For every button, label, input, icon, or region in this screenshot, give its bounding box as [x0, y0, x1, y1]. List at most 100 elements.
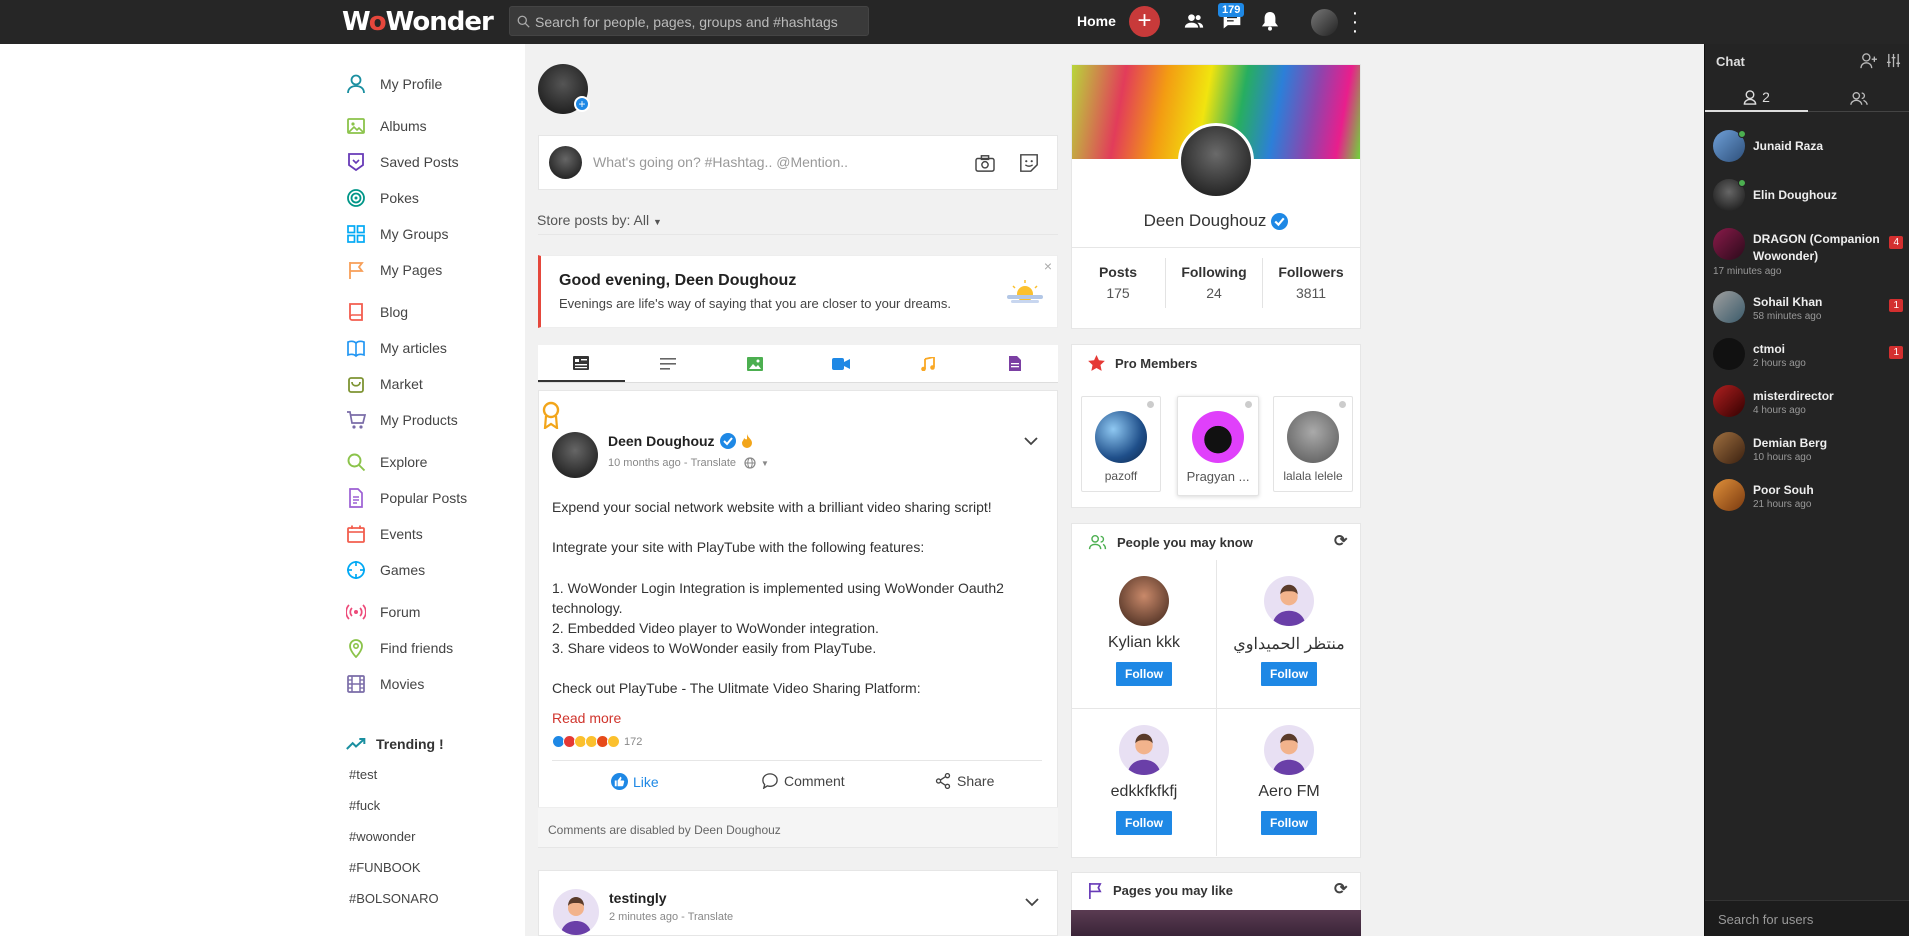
trending-tag[interactable]: #test	[349, 767, 377, 782]
settings-sliders-icon[interactable]	[1886, 53, 1901, 68]
post-time[interactable]: 10 months ago	[608, 457, 681, 469]
people-header: People you may know	[1088, 534, 1253, 550]
sidebar-item-my-groups[interactable]: My Groups	[346, 222, 448, 246]
stat-following[interactable]: Following 24	[1166, 264, 1262, 301]
follow-button[interactable]: Follow	[1116, 662, 1172, 686]
person-name[interactable]: منتظر الحميداوي	[1217, 634, 1361, 656]
add-story-icon[interactable]: +	[574, 96, 590, 112]
tab-music[interactable]	[885, 345, 972, 382]
chat-search-input[interactable]: Search for users	[1705, 900, 1909, 936]
follow-button[interactable]: Follow	[1261, 662, 1317, 686]
tab-online-users[interactable]: 2	[1705, 84, 1808, 112]
chat-user[interactable]: ctmoi 2 hours ago 1	[1713, 338, 1903, 378]
comment-button[interactable]: Comment	[762, 773, 845, 789]
chat-user[interactable]: Poor Souh 21 hours ago	[1713, 479, 1903, 519]
sort-value[interactable]: All	[634, 212, 650, 228]
post-text-line: Check out PlayTube - The Ulitmate Video …	[552, 680, 921, 696]
post-author-avatar[interactable]	[553, 889, 599, 935]
chat-user-name: Poor Souh	[1753, 483, 1814, 497]
post-author-avatar[interactable]	[552, 432, 598, 478]
person-avatar[interactable]	[1119, 576, 1169, 626]
user-avatar[interactable]	[1311, 9, 1338, 36]
person-avatar[interactable]	[1264, 725, 1314, 775]
tab-photos[interactable]	[711, 345, 798, 382]
post-time[interactable]: 2 minutes ago	[609, 911, 678, 923]
stat-posts[interactable]: Posts 175	[1070, 264, 1166, 301]
sidebar-item-saved-posts[interactable]: Saved Posts	[346, 150, 459, 174]
tab-videos[interactable]	[798, 345, 885, 382]
tab-all[interactable]	[538, 345, 625, 382]
person-name[interactable]: edkkfkfkfj	[1072, 783, 1216, 805]
chat-user[interactable]: Junaid Raza	[1713, 130, 1903, 170]
sidebar-item-my-products[interactable]: My Products	[346, 408, 458, 432]
person-name[interactable]: Kylian kkk	[1072, 634, 1216, 656]
chat-user[interactable]: Elin Doughouz	[1713, 179, 1903, 219]
post-options-chevron-icon[interactable]	[1024, 436, 1038, 446]
add-user-icon[interactable]	[1860, 53, 1878, 69]
post-author-name[interactable]: Deen Doughouz	[608, 433, 715, 449]
pro-member[interactable]: lalala lelele	[1273, 396, 1353, 492]
tab-text[interactable]	[625, 345, 712, 382]
person-avatar[interactable]	[1264, 576, 1314, 626]
stat-followers[interactable]: Followers 3811	[1263, 264, 1359, 301]
sticker-icon[interactable]	[1019, 153, 1039, 173]
sidebar-item-albums[interactable]: Albums	[346, 114, 427, 138]
translate-link[interactable]: Translate	[691, 457, 736, 469]
wowonder-logo[interactable]: WoWonder	[342, 7, 494, 37]
post-composer[interactable]: What's going on? #Hashtag.. @Mention..	[538, 135, 1058, 190]
sidebar-item-pokes[interactable]: Pokes	[346, 186, 419, 210]
trending-tag[interactable]: #FUNBOOK	[349, 860, 421, 875]
chat-user[interactable]: misterdirector 4 hours ago	[1713, 385, 1903, 425]
sidebar-item-events[interactable]: Events	[346, 522, 423, 546]
chat-user[interactable]: Demian Berg 10 hours ago	[1713, 432, 1903, 472]
tab-groups[interactable]	[1808, 84, 1909, 112]
home-link[interactable]: Home	[1077, 13, 1116, 29]
sidebar-item-games[interactable]: Games	[346, 558, 425, 582]
refresh-icon[interactable]: ⟳	[1334, 531, 1347, 551]
pro-member[interactable]: Pragyan ...	[1177, 396, 1259, 496]
trending-tag[interactable]: #wowonder	[349, 829, 416, 844]
post-options-chevron-icon[interactable]	[1025, 897, 1039, 907]
sidebar-item-blog[interactable]: Blog	[346, 300, 408, 324]
tab-files[interactable]	[971, 345, 1058, 382]
sidebar-item-explore[interactable]: Explore	[346, 450, 427, 474]
share-button[interactable]: Share	[935, 773, 994, 789]
translate-link[interactable]: Translate	[688, 911, 733, 923]
more-menu-icon[interactable]: · · ·	[1350, 3, 1360, 41]
friends-icon[interactable]	[1184, 11, 1204, 31]
chat-user[interactable]: Sohail Khan 58 minutes ago 1	[1713, 291, 1903, 331]
trending-tag[interactable]: #fuck	[349, 798, 380, 813]
follow-button[interactable]: Follow	[1116, 811, 1172, 835]
reactions-summary[interactable]: 172	[552, 735, 642, 748]
notifications-icon[interactable]	[1261, 11, 1279, 31]
post-author-name[interactable]: testingly	[609, 890, 667, 906]
sidebar-item-find-friends[interactable]: Find friends	[346, 636, 453, 660]
sidebar-item-market[interactable]: Market	[346, 372, 423, 396]
create-button[interactable]: +	[1129, 6, 1160, 37]
sidebar-item-popular-posts[interactable]: Popular Posts	[346, 486, 467, 510]
sidebar-item-forum[interactable]: Forum	[346, 600, 420, 624]
refresh-icon[interactable]: ⟳	[1334, 879, 1347, 899]
person-name[interactable]: Aero FM	[1217, 783, 1361, 805]
profile-avatar[interactable]	[1178, 123, 1254, 199]
person-avatar[interactable]	[1119, 725, 1169, 775]
sidebar-item-my-pages[interactable]: My Pages	[346, 258, 442, 282]
trending-tag[interactable]: #BOLSONARO	[349, 891, 439, 906]
post-text-line: Expend your social network website with …	[552, 499, 992, 515]
pro-member[interactable]: pazoff	[1081, 396, 1161, 492]
close-icon[interactable]: ×	[1044, 258, 1052, 274]
sidebar-item-movies[interactable]: Movies	[346, 672, 424, 696]
status-dot	[1245, 401, 1252, 408]
camera-icon[interactable]	[975, 154, 995, 172]
read-more-link[interactable]: Read more	[552, 710, 621, 726]
chat-user[interactable]: DRAGON (Companion Wowonder) 17 minutes ag…	[1713, 228, 1903, 277]
search-input[interactable]: Search for people, pages, groups and #ha…	[509, 6, 869, 36]
globe-icon[interactable]	[744, 457, 756, 469]
like-button[interactable]: Like	[611, 773, 659, 790]
sort-posts[interactable]: Store posts by: All ▼	[537, 212, 662, 228]
sidebar-item-my-articles[interactable]: My articles	[346, 336, 447, 360]
follow-button[interactable]: Follow	[1261, 811, 1317, 835]
page-cover-image[interactable]	[1071, 910, 1361, 936]
sidebar-item-my-profile[interactable]: My Profile	[346, 72, 442, 96]
profile-name[interactable]: Deen Doughouz	[1144, 211, 1267, 231]
